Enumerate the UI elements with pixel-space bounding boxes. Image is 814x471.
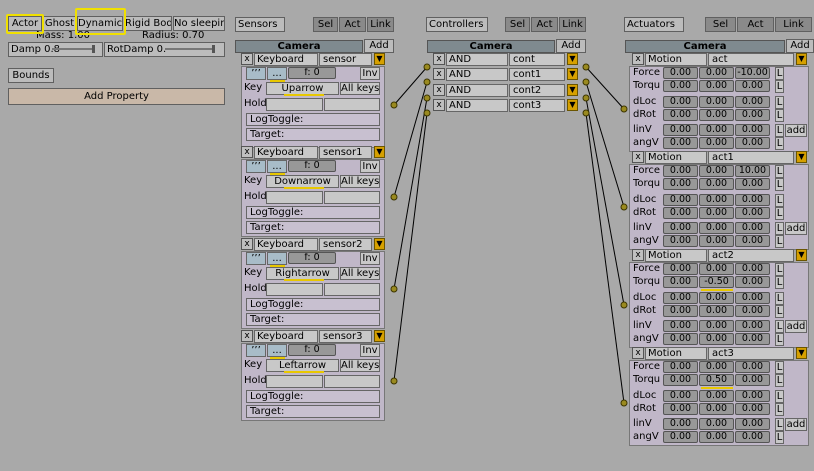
controller-output-connector[interactable] [582,63,590,71]
actuator-input-connector[interactable] [620,105,628,113]
actuator-input-connector[interactable] [620,203,628,211]
sensor-controller-link [393,112,428,382]
actuator-input-connector[interactable] [620,399,628,407]
controller-input-connector[interactable] [423,78,431,86]
sensor-output-connector[interactable] [390,285,398,293]
actuator-input-connector[interactable] [620,301,628,309]
controller-output-connector[interactable] [582,78,590,86]
sensor-output-connector[interactable] [390,377,398,385]
sensor-output-connector[interactable] [390,101,398,109]
controller-actuator-link [585,81,625,208]
controller-actuator-link [585,66,625,110]
controller-input-connector[interactable] [423,109,431,117]
logic-links [390,63,628,407]
controller-output-connector[interactable] [582,94,590,102]
controller-actuator-link [585,97,625,306]
controller-input-connector[interactable] [423,94,431,102]
controller-output-connector[interactable] [582,109,590,117]
controller-actuator-link [585,112,625,404]
sensor-output-connector[interactable] [390,193,398,201]
sensor-controller-link [393,97,428,290]
controller-input-connector[interactable] [423,63,431,71]
